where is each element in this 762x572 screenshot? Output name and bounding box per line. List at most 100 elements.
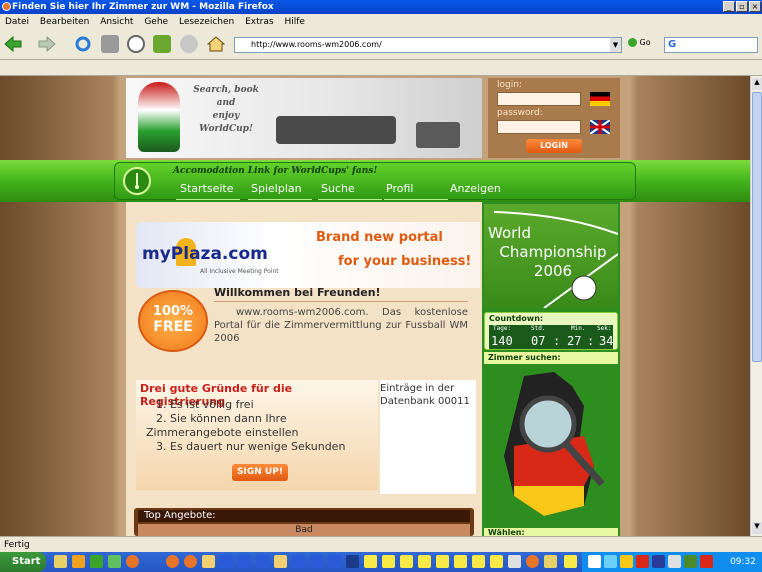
uk-flag-icon[interactable] xyxy=(589,119,611,135)
main-content: myPlaza.com All Inclusive Meeting Point … xyxy=(126,202,482,536)
task-word-icon[interactable] xyxy=(328,555,341,568)
address-bar[interactable]: http://www.rooms-wm2006.com/ xyxy=(234,37,622,53)
tray-icon[interactable] xyxy=(636,555,649,568)
task-mail-icon[interactable] xyxy=(508,555,521,568)
minimize-button[interactable]: _ xyxy=(723,1,735,12)
task-app-icon[interactable] xyxy=(490,555,503,568)
scroll-down-button[interactable]: ▼ xyxy=(752,522,762,534)
back-icon[interactable] xyxy=(4,35,22,53)
quicklaunch-icon[interactable] xyxy=(108,555,121,568)
task-app-icon[interactable] xyxy=(400,555,413,568)
task-app-icon[interactable] xyxy=(382,555,395,568)
menu-extras[interactable]: Extras xyxy=(245,17,273,27)
reason-2-cont: Zimmerangebote einstellen xyxy=(146,426,299,439)
reasons-list: 1. Es ist völlig frei 2. Sie können dann… xyxy=(146,398,345,454)
menu-lesezeichen[interactable]: Lesezeichen xyxy=(179,17,234,27)
countdown-days: 140 xyxy=(491,334,513,348)
forward-icon[interactable] xyxy=(38,35,56,53)
password-input[interactable] xyxy=(497,120,581,134)
countdown-colon: : xyxy=(587,334,595,348)
home-icon[interactable] xyxy=(206,35,226,53)
task-app-icon[interactable] xyxy=(454,555,467,568)
signup-button[interactable]: SIGN UP! xyxy=(232,464,288,481)
task-app-icon[interactable] xyxy=(564,555,577,568)
banner-logo: myPlaza.com xyxy=(142,244,268,264)
stop-icon[interactable] xyxy=(180,35,198,53)
germany-map[interactable] xyxy=(484,366,618,526)
countdown-minutes: 27 xyxy=(567,334,582,348)
nav-spielplan[interactable]: Spielplan xyxy=(251,182,302,195)
login-button[interactable]: LOGIN xyxy=(526,139,582,153)
scroll-up-button[interactable]: ▲ xyxy=(752,78,762,90)
task-app-icon[interactable] xyxy=(436,555,449,568)
menu-ansicht[interactable]: Ansicht xyxy=(100,17,133,27)
quicklaunch-icon[interactable] xyxy=(72,555,85,568)
myplaza-banner[interactable]: myPlaza.com All Inclusive Meeting Point … xyxy=(136,222,480,288)
task-app-icon[interactable] xyxy=(472,555,485,568)
countdown-colon: : xyxy=(553,334,561,348)
tray-clock[interactable]: 09:32 xyxy=(730,557,756,567)
nav-suche[interactable]: Suche xyxy=(321,182,355,195)
tray-icon[interactable] xyxy=(588,555,601,568)
nav-startseite[interactable]: Startseite xyxy=(180,182,234,195)
tray-icon[interactable] xyxy=(652,555,665,568)
firefox-icon[interactable] xyxy=(126,555,139,568)
maximize-button[interactable]: ▫ xyxy=(736,1,748,12)
german-flag-icon[interactable] xyxy=(590,92,610,106)
bookmark-icon[interactable] xyxy=(153,35,171,53)
task-app-icon[interactable] xyxy=(364,555,377,568)
countdown-box: Countdown: Tage: Std. Min. Sek: 140 07 :… xyxy=(484,312,618,350)
menu-hilfe[interactable]: Hilfe xyxy=(284,17,304,27)
task-word-icon[interactable] xyxy=(238,555,251,568)
login-panel: login: password: LOGIN xyxy=(488,78,620,158)
menu-datei[interactable]: Datei xyxy=(5,17,29,27)
task-folder-icon[interactable] xyxy=(202,555,215,568)
reload-icon[interactable] xyxy=(74,35,92,53)
nav-profil[interactable]: Profil xyxy=(386,182,413,195)
scroll-thumb[interactable] xyxy=(752,92,762,362)
menu-bar: Datei Bearbeiten Ansicht Gehe Lesezeiche… xyxy=(0,14,762,30)
task-firefox-icon[interactable] xyxy=(184,555,197,568)
vertical-scrollbar[interactable]: ▲ ▼ xyxy=(750,76,762,536)
google-icon: G xyxy=(668,39,677,50)
search-input[interactable]: G xyxy=(664,37,758,53)
task-app-icon[interactable] xyxy=(346,555,359,568)
tray-icon[interactable] xyxy=(668,555,681,568)
free-badge-bottom: FREE xyxy=(153,319,193,335)
entries-text: Einträge in der Datenbank 00011 xyxy=(380,383,470,407)
menu-gehe[interactable]: Gehe xyxy=(144,17,168,27)
quicklaunch-icon[interactable] xyxy=(90,555,103,568)
task-word-icon[interactable] xyxy=(220,555,233,568)
task-firefox-icon[interactable] xyxy=(166,555,179,568)
url-dropdown-button[interactable]: ▼ xyxy=(610,38,621,52)
go-button[interactable]: Go xyxy=(628,38,651,47)
task-word-icon[interactable] xyxy=(256,555,269,568)
quicklaunch-icon[interactable] xyxy=(54,555,67,568)
print-icon[interactable] xyxy=(101,35,119,53)
registration-box: Drei gute Gründe für die Registrierung 1… xyxy=(136,380,378,490)
tray-icon[interactable] xyxy=(700,555,713,568)
login-input[interactable] xyxy=(497,92,581,106)
unit-hours: Std. xyxy=(531,325,546,332)
nav-anzeigen[interactable]: Anzeigen xyxy=(450,182,501,195)
offers-column-header: Bad xyxy=(138,524,470,536)
unit-minutes: Min. xyxy=(571,325,586,332)
task-word-icon[interactable] xyxy=(310,555,323,568)
welcome-title: Willkommen bei Freunden! xyxy=(214,286,468,302)
tray-icon[interactable] xyxy=(684,555,697,568)
task-word-icon[interactable] xyxy=(292,555,305,568)
task-app-icon[interactable] xyxy=(544,555,557,568)
bookmarks-toolbar xyxy=(0,60,762,76)
task-folder-icon[interactable] xyxy=(274,555,287,568)
close-button[interactable]: × xyxy=(749,1,761,12)
menu-bearbeiten[interactable]: Bearbeiten xyxy=(40,17,89,27)
go-icon xyxy=(628,38,637,47)
task-firefox-icon[interactable] xyxy=(526,555,539,568)
countdown-label: Countdown: xyxy=(489,314,544,323)
start-button[interactable]: Start xyxy=(0,552,46,572)
go-label: Go xyxy=(639,38,651,47)
tray-icon[interactable] xyxy=(620,555,633,568)
tray-icon[interactable] xyxy=(604,555,617,568)
task-app-icon[interactable] xyxy=(418,555,431,568)
history-icon[interactable] xyxy=(127,35,145,53)
